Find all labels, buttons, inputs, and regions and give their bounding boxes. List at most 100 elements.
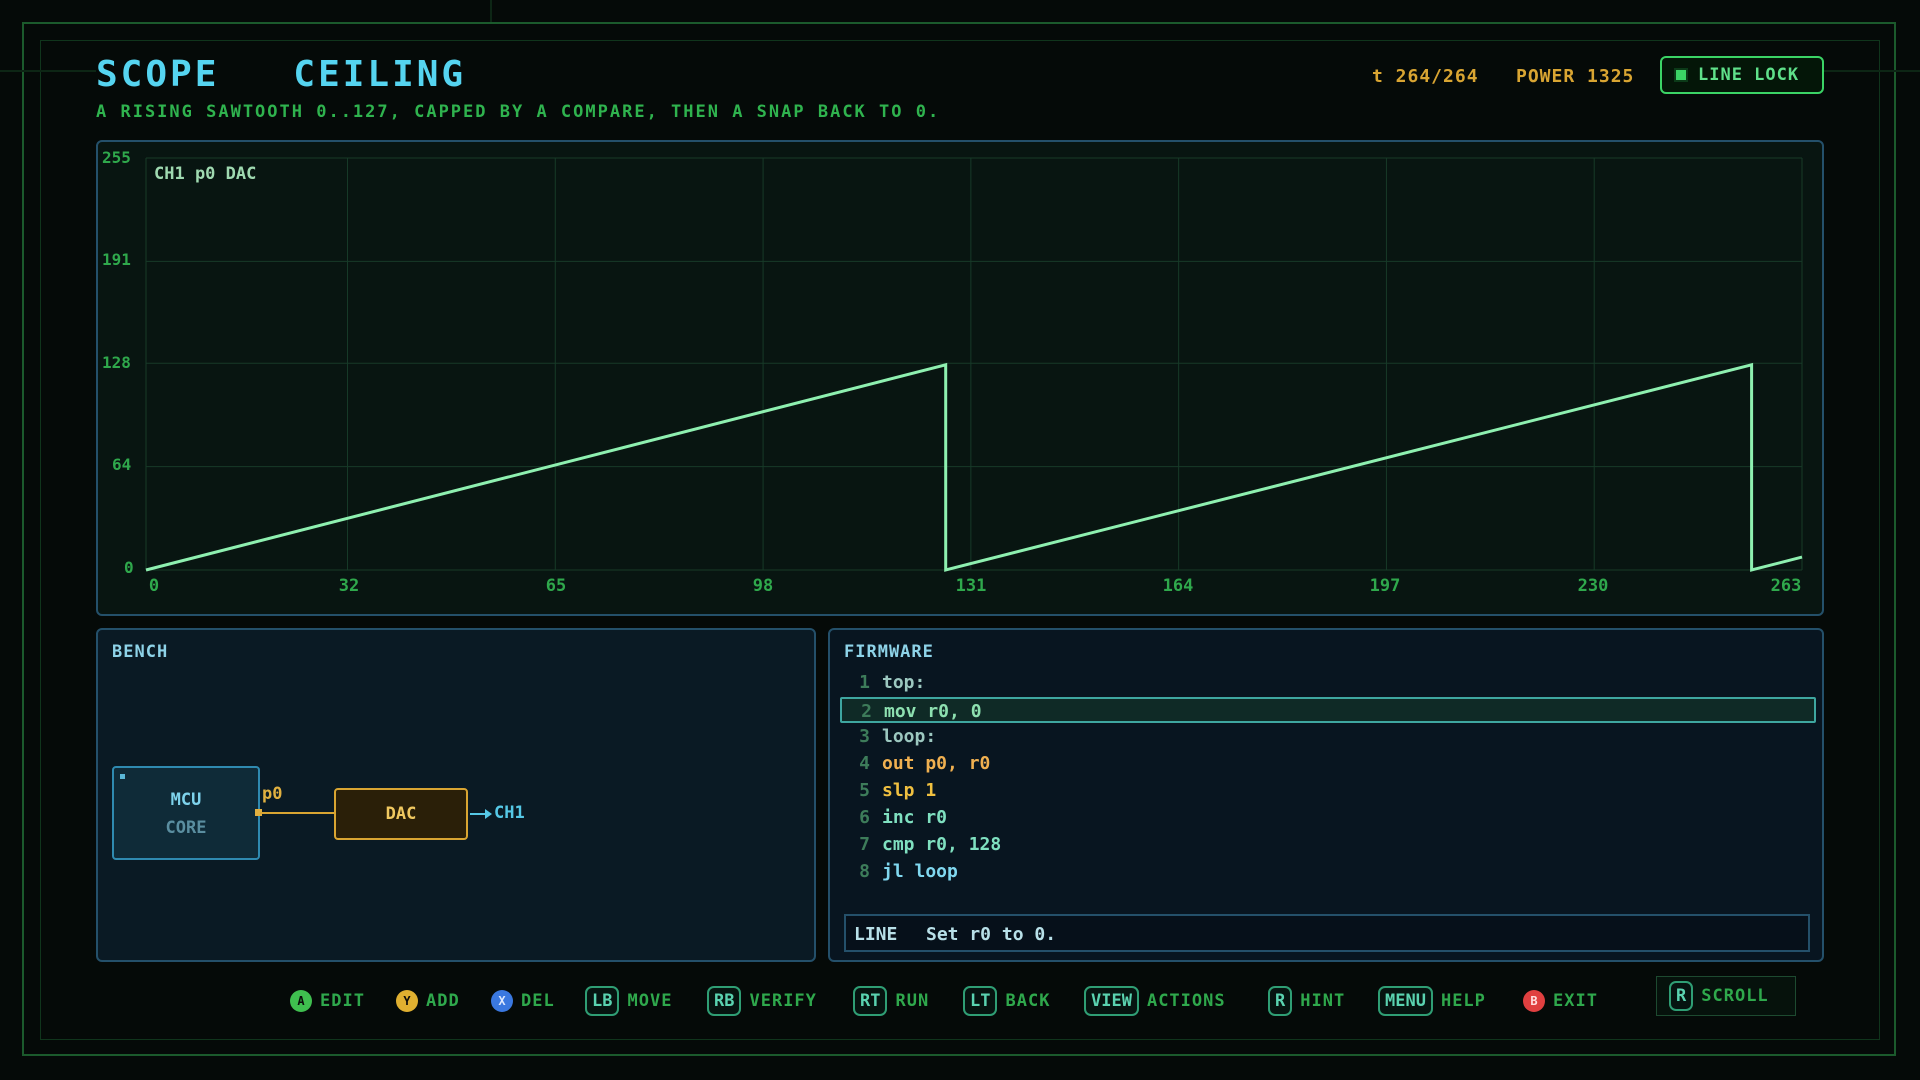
line-code: top: xyxy=(882,672,926,693)
code-line[interactable]: 1 top: xyxy=(840,670,1816,696)
code-line[interactable]: 7 cmp r0, 128 xyxy=(840,832,1816,858)
edit-label: EDIT xyxy=(320,991,365,1011)
line-number: 6 xyxy=(859,807,870,828)
scope-grid xyxy=(145,157,1803,571)
r-button-icon: R xyxy=(1268,986,1293,1016)
background-trace xyxy=(490,0,492,22)
x-tick-label: 164 xyxy=(1162,576,1194,596)
x-tick-label: 230 xyxy=(1577,576,1609,596)
checkbox-icon xyxy=(1674,68,1688,82)
x-tick-label: 98 xyxy=(752,576,774,596)
back-label: BACK xyxy=(1005,991,1051,1011)
channel-label: CH1 p0 DAC xyxy=(154,164,257,184)
p0-wire[interactable] xyxy=(260,812,334,814)
verify-label: VERIFY xyxy=(749,991,817,1011)
code-line[interactable]: 3 loop: xyxy=(840,724,1816,750)
pin-label: p0 xyxy=(262,784,283,804)
x-tick-label: 0 xyxy=(148,576,160,596)
exit-button[interactable]: B EXIT xyxy=(1523,984,1598,1018)
mcu-label: MCU xyxy=(170,790,202,810)
a-button-icon: A xyxy=(290,990,312,1012)
lb-button-icon: LB xyxy=(585,986,620,1016)
actions-button[interactable]: VIEW ACTIONS xyxy=(1084,984,1226,1018)
output-arrow-icon xyxy=(470,809,492,819)
bench-panel: BENCH MCU CORE p0 DAC CH1 xyxy=(96,628,816,962)
line-code: mov r0, 0 xyxy=(884,701,982,722)
view-button-icon: VIEW xyxy=(1084,986,1139,1016)
x-tick-label: 131 xyxy=(955,576,987,596)
firmware-panel: FIRMWARE 1 top: 2 mov r0, 0 3 loop: 4 ou… xyxy=(828,628,1824,962)
y-tick-label: 64 xyxy=(112,455,132,474)
code-line[interactable]: 4 out p0, r0 xyxy=(840,751,1816,777)
x-tick-label: 263 xyxy=(1770,576,1802,596)
core-label: CORE xyxy=(165,818,207,838)
oscilloscope-panel: CH1 p0 DAC 255 191 128 64 0 0 32 65 98 1… xyxy=(96,140,1824,616)
mcu-core-block[interactable]: MCU CORE xyxy=(112,766,260,860)
x-tick-label: 197 xyxy=(1369,576,1401,596)
line-number: 5 xyxy=(859,780,870,801)
line-code: jl loop xyxy=(882,861,958,882)
code-line[interactable]: 8 jl loop xyxy=(840,859,1816,885)
time-counter: t 264/264 xyxy=(1372,66,1479,87)
delete-label: DEL xyxy=(521,991,555,1011)
move-button[interactable]: LB MOVE xyxy=(585,984,672,1018)
run-button[interactable]: RT RUN xyxy=(853,984,929,1018)
y-tick-label: 128 xyxy=(102,353,131,372)
scroll-button[interactable]: R SCROLL xyxy=(1656,976,1796,1016)
help-button[interactable]: MENU HELP xyxy=(1378,984,1486,1018)
rt-button-icon: RT xyxy=(853,986,888,1016)
code-line[interactable]: 6 inc r0 xyxy=(840,805,1816,831)
lt-button-icon: LT xyxy=(963,986,998,1016)
line-code: loop: xyxy=(882,726,937,747)
code-line[interactable]: 5 slp 1 xyxy=(840,778,1816,804)
bench-title: BENCH xyxy=(112,642,169,662)
line-code: slp 1 xyxy=(882,780,937,801)
help-label: HELP xyxy=(1440,991,1486,1011)
x-button-icon: X xyxy=(491,990,513,1012)
page-title: SCOPE CEILING xyxy=(96,54,467,95)
ch1-trace xyxy=(145,362,1803,572)
y-tick-label: 255 xyxy=(102,148,131,167)
scroll-label: SCROLL xyxy=(1701,986,1769,1006)
y-tick-label: 191 xyxy=(102,250,131,269)
line-number: 7 xyxy=(859,834,870,855)
delete-button[interactable]: X DEL xyxy=(491,984,555,1018)
actions-label: ACTIONS xyxy=(1146,991,1226,1011)
firmware-title: FIRMWARE xyxy=(844,642,934,662)
add-label: ADD xyxy=(426,991,460,1011)
line-number: 3 xyxy=(859,726,870,747)
code-line-selected[interactable]: 2 mov r0, 0 xyxy=(840,697,1816,723)
line-code: cmp r0, 128 xyxy=(882,834,1002,855)
line-info-bar: LINE Set r0 to 0. xyxy=(844,914,1810,952)
add-button[interactable]: Y ADD xyxy=(396,984,460,1018)
y-button-icon: Y xyxy=(396,990,418,1012)
run-label: RUN xyxy=(895,991,930,1011)
x-tick-label: 65 xyxy=(545,576,567,596)
line-number: 2 xyxy=(861,701,872,722)
line-lock-label: LINE LOCK xyxy=(1698,65,1800,85)
line-number: 1 xyxy=(859,672,870,693)
edit-button[interactable]: A EDIT xyxy=(290,984,365,1018)
output-channel-label: CH1 xyxy=(494,803,525,823)
line-number: 8 xyxy=(859,861,870,882)
menu-button-icon: MENU xyxy=(1378,986,1433,1016)
y-tick-label: 0 xyxy=(124,558,134,577)
line-code: out p0, r0 xyxy=(882,753,991,774)
line-lock-toggle[interactable]: LINE LOCK xyxy=(1660,56,1824,94)
line-code: inc r0 xyxy=(882,807,948,828)
back-button[interactable]: LT BACK xyxy=(963,984,1050,1018)
info-tag: LINE xyxy=(854,924,898,945)
exit-label: EXIT xyxy=(1553,991,1598,1011)
power-counter: POWER 1325 xyxy=(1516,66,1635,87)
pin1-marker-icon xyxy=(120,774,125,779)
b-button-icon: B xyxy=(1523,990,1545,1012)
verify-button[interactable]: RB VERIFY xyxy=(707,984,817,1018)
dac-label: DAC xyxy=(385,804,417,824)
hint-button[interactable]: R HINT xyxy=(1268,984,1345,1018)
background-trace xyxy=(1824,70,1920,72)
line-number: 4 xyxy=(859,753,870,774)
oscilloscope-plot xyxy=(145,157,1803,572)
background-trace xyxy=(0,70,96,72)
dac-block[interactable]: DAC xyxy=(334,788,468,840)
rb-button-icon: RB xyxy=(707,986,742,1016)
